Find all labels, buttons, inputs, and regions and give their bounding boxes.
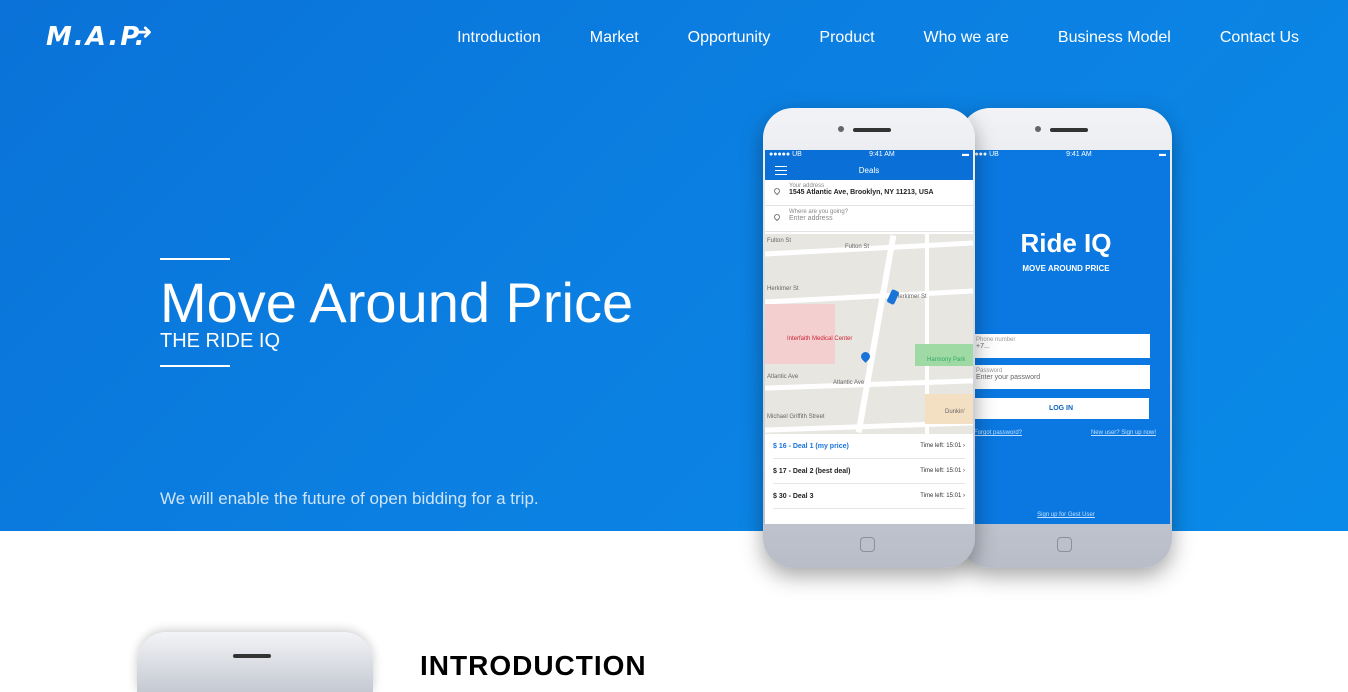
nav-market[interactable]: Market: [590, 29, 639, 47]
password-field[interactable]: Password Enter your password: [972, 365, 1150, 389]
deal-row[interactable]: $ 16 - Deal 1 (my price) Time left: 15:0…: [773, 434, 965, 459]
destination-placeholder: Enter address: [789, 215, 833, 222]
forgot-password-link[interactable]: Forgot password?: [974, 430, 1022, 436]
title-divider-bottom: [160, 365, 230, 367]
map-label-herkimer: Herkimer St: [767, 286, 799, 292]
battery-icon: ▬: [962, 151, 969, 158]
login-button[interactable]: LOG IN: [972, 397, 1150, 420]
logo-text: M.A.P.: [46, 22, 147, 52]
logo[interactable]: M.A.P. ➜: [46, 20, 152, 52]
status-time: 9:41 AM: [869, 151, 895, 158]
map-label-hospital: Interfaith Medical Center: [787, 336, 853, 342]
location-pin-icon: [772, 212, 782, 222]
nav-business-model[interactable]: Business Model: [1058, 29, 1171, 47]
guest-signup-link[interactable]: Sign up for Gest User: [962, 512, 1170, 518]
map-label-fulton: Fulton St: [767, 238, 792, 244]
location-pin-icon: [772, 186, 782, 196]
deals-screen: ●●●●● UB 9:41 AM ▬ Deals Your address 15…: [765, 150, 973, 524]
signal-indicator: ●●●●● UB: [769, 151, 802, 158]
hero-subtitle: THE RIDE IQ: [160, 330, 281, 352]
app-tagline: MOVE AROUND PRICE: [1022, 264, 1110, 273]
deals-list: $ 16 - Deal 1 (my price) Time left: 15:0…: [765, 434, 973, 509]
map-label-park: Harmony Park: [927, 357, 966, 363]
nav-product[interactable]: Product: [819, 29, 874, 47]
speaker-icon: [853, 128, 891, 132]
deal-price: $ 17 - Deal 2 (best deal): [773, 467, 851, 475]
address-value: 1545 Atlantic Ave, Brooklyn, NY 11213, U…: [789, 189, 934, 196]
title-divider-top: [160, 258, 230, 260]
phone-mockup-deals: ●●●●● UB 9:41 AM ▬ Deals Your address 15…: [763, 108, 975, 568]
intro-heading: INTRODUCTION: [420, 650, 647, 681]
map-label-griffith: Michael Griffith Street: [767, 414, 825, 420]
deals-header: Deals: [765, 162, 973, 180]
deal-price: $ 30 - Deal 3: [773, 492, 814, 500]
hero-title: Move Around Price: [160, 271, 634, 334]
nav-opportunity[interactable]: Opportunity: [688, 29, 771, 47]
phone-mockup-login: ●●●●● UB 9:41 AM ▬ Ride IQ MOVE AROUND P…: [960, 108, 1172, 568]
map-label-dunkin: Dunkin': [945, 409, 965, 415]
battery-icon: ▬: [1159, 151, 1166, 158]
menu-icon[interactable]: [775, 166, 787, 175]
camera-icon: [838, 126, 844, 132]
destination-field[interactable]: Where are you going? Enter address: [765, 206, 973, 232]
deal-time: Time left: 15:01 ›: [920, 493, 965, 499]
home-button-icon: [1057, 537, 1072, 552]
deals-title: Deals: [858, 166, 880, 175]
phone-field[interactable]: Phone number +7...: [972, 334, 1150, 358]
status-time: 9:41 AM: [1066, 151, 1092, 158]
intro-phone-mockup: [137, 632, 373, 692]
map-label-fulton-2: Fulton St: [845, 244, 870, 250]
camera-icon: [1035, 126, 1041, 132]
nav-contact-us[interactable]: Contact Us: [1220, 29, 1299, 47]
deal-time: Time left: 15:01 ›: [920, 443, 965, 449]
deal-price: $ 16 - Deal 1 (my price): [773, 442, 849, 450]
password-placeholder: Enter your password: [976, 374, 1041, 381]
deal-time: Time left: 15:01 ›: [920, 468, 965, 474]
map-label-herkimer-2: Herkimer St: [895, 294, 927, 300]
speaker-icon: [1050, 128, 1088, 132]
phone-value: +7...: [976, 343, 990, 350]
logo-arrow-icon: ➜: [134, 20, 155, 45]
app-name: Ride IQ: [1020, 228, 1112, 258]
deal-row[interactable]: $ 17 - Deal 2 (best deal) Time left: 15:…: [773, 459, 965, 484]
login-screen: ●●●●● UB 9:41 AM ▬ Ride IQ MOVE AROUND P…: [962, 150, 1170, 524]
speaker-icon: [233, 654, 271, 658]
deal-row[interactable]: $ 30 - Deal 3 Time left: 15:01 ›: [773, 484, 965, 509]
address-field[interactable]: Your address 1545 Atlantic Ave, Brooklyn…: [765, 180, 973, 206]
hero-tagline: We will enable the future of open biddin…: [160, 489, 539, 508]
home-button-icon: [860, 537, 875, 552]
map-label-atlantic-2: Atlantic Ave: [833, 380, 865, 386]
nav-who-we-are[interactable]: Who we are: [924, 29, 1009, 47]
main-nav: Introduction Market Opportunity Product …: [408, 29, 1299, 47]
status-bar: ●●●●● UB 9:41 AM ▬: [962, 150, 1170, 162]
signup-link[interactable]: New user? Sign up now!: [1091, 430, 1156, 436]
map-label-atlantic: Atlantic Ave: [767, 374, 799, 380]
map-view[interactable]: Fulton St Fulton St Herkimer St Herkimer…: [765, 234, 973, 434]
status-bar: ●●●●● UB 9:41 AM ▬: [765, 150, 973, 162]
nav-introduction[interactable]: Introduction: [457, 29, 541, 47]
